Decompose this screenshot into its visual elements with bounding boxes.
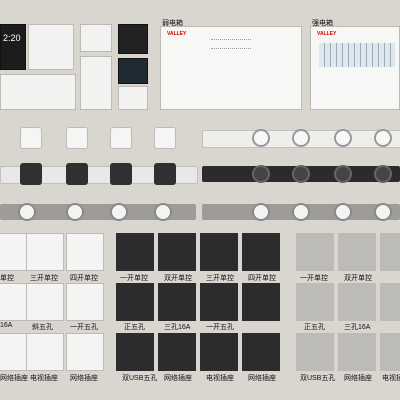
grey-network-socket[interactable] — [338, 333, 376, 371]
grey-track-socket-6[interactable] — [292, 203, 310, 221]
label-r1-2: 三开单控 — [30, 275, 58, 282]
black-socket-1switch[interactable] — [200, 283, 238, 321]
breaker-row — [319, 43, 395, 67]
label-r3-6: 电视插座 — [206, 375, 234, 382]
black-switch-3gang[interactable] — [200, 233, 238, 271]
label-r3-4: 双USB五孔 — [122, 375, 158, 382]
white-socket-16a[interactable] — [0, 283, 28, 321]
track-socket-4[interactable] — [374, 129, 392, 147]
label-r2-5: 三孔16A — [164, 324, 191, 331]
black-track-socket-3[interactable] — [334, 165, 352, 183]
black-switch-4gang[interactable] — [242, 233, 280, 271]
black-usb-socket[interactable] — [116, 333, 154, 371]
socket-cube-1[interactable] — [20, 127, 42, 149]
label-r1-7: 四开单控 — [248, 275, 276, 282]
black-socket-1[interactable] — [20, 163, 42, 185]
smart-screen-panel: 2:20 — [0, 24, 26, 70]
label-r3-7: 网络插座 — [248, 375, 276, 382]
switch-panel-bottom[interactable] — [118, 86, 148, 110]
strong-box-brand: VALLEY — [317, 31, 337, 37]
black-socket-extra[interactable] — [242, 283, 280, 321]
black-socket-2[interactable] — [66, 163, 88, 185]
grey-track-socket-8[interactable] — [374, 203, 392, 221]
label-r1-1: 单控 — [0, 275, 14, 282]
socket-cube-2[interactable] — [66, 127, 88, 149]
black-track-socket-1[interactable] — [252, 165, 270, 183]
vent-holes — [211, 39, 251, 49]
white-switch-3gang[interactable] — [26, 233, 64, 271]
label-r2-6: 一开五孔 — [206, 324, 234, 331]
black-socket-4[interactable] — [154, 163, 176, 185]
grey-track-socket-3[interactable] — [110, 203, 128, 221]
label-r3-3: 网络插座 — [70, 375, 98, 382]
black-switch-1gang[interactable] — [116, 233, 154, 271]
grey-socket-16a[interactable] — [338, 283, 376, 321]
label-r3-9: 网络插座 — [344, 375, 372, 382]
grey-usb-socket[interactable] — [296, 333, 334, 371]
label-r1-4: 一开单控 — [120, 275, 148, 282]
label-r3-2: 电视插座 — [30, 375, 58, 382]
weak-electric-box[interactable]: VALLEY — [160, 26, 302, 110]
weak-box-brand: VALLEY — [167, 31, 187, 37]
track-socket-3[interactable] — [334, 129, 352, 147]
black-network-socket[interactable] — [158, 333, 196, 371]
black-socket-5hole[interactable] — [116, 283, 154, 321]
grey-track-socket-5[interactable] — [252, 203, 270, 221]
grey-track-socket-4[interactable] — [154, 203, 172, 221]
grey-socket-5hole[interactable] — [296, 283, 334, 321]
black-track-socket-2[interactable] — [292, 165, 310, 183]
label-r2-8: 三孔16A — [344, 324, 371, 331]
socket-cube-3[interactable] — [110, 127, 132, 149]
color-screen-panel[interactable] — [118, 24, 148, 54]
grey-switch-3gang[interactable] — [380, 233, 400, 271]
label-r2-7: 正五孔 — [304, 324, 325, 331]
white-network-socket-2[interactable] — [66, 333, 104, 371]
strong-electric-box[interactable]: VALLEY — [310, 26, 400, 110]
label-r1-8: 一开单控 — [300, 275, 328, 282]
thermostat-panel[interactable] — [118, 58, 148, 84]
label-r3-10: 电视插 — [382, 375, 400, 382]
label-r1-3: 四开单控 — [70, 275, 98, 282]
track-socket-2[interactable] — [292, 129, 310, 147]
grey-tv-socket[interactable] — [380, 333, 400, 371]
label-r3-5: 网络插座 — [164, 375, 192, 382]
white-socket-1switch[interactable] — [66, 283, 104, 321]
label-r2-3: 一开五孔 — [70, 324, 98, 331]
black-track-socket-4[interactable] — [374, 165, 392, 183]
grey-track-socket-7[interactable] — [334, 203, 352, 221]
label-r1-6: 三开单控 — [206, 275, 234, 282]
grey-socket-extra[interactable] — [380, 283, 400, 321]
label-r3-1: 网络插座 — [0, 375, 28, 382]
switch-panel-wide[interactable] — [0, 74, 76, 110]
label-r2-4: 正五孔 — [124, 324, 145, 331]
black-socket-16a[interactable] — [158, 283, 196, 321]
white-network-socket-1[interactable] — [0, 333, 28, 371]
black-tv-socket[interactable] — [200, 333, 238, 371]
grey-switch-2gang[interactable] — [338, 233, 376, 271]
grey-track-socket-2[interactable] — [66, 203, 84, 221]
grey-switch-1gang[interactable] — [296, 233, 334, 271]
white-switch-1[interactable] — [0, 233, 28, 271]
track-socket-1[interactable] — [252, 129, 270, 147]
white-tv-socket[interactable] — [26, 333, 64, 371]
label-r1-5: 双开单控 — [164, 275, 192, 282]
smart-panel-small[interactable] — [80, 24, 112, 52]
grey-track-socket-1[interactable] — [18, 203, 36, 221]
switch-panel-tall[interactable] — [80, 56, 112, 110]
label-r2-2: 斜五孔 — [32, 324, 53, 331]
socket-cube-4[interactable] — [154, 127, 176, 149]
smart-panel-grid[interactable] — [28, 24, 74, 70]
black-network-socket-2[interactable] — [242, 333, 280, 371]
label-r2-1: 16A — [0, 322, 13, 329]
black-socket-3[interactable] — [110, 163, 132, 185]
black-switch-2gang[interactable] — [158, 233, 196, 271]
label-r3-8: 双USB五孔 — [300, 375, 336, 382]
white-socket-slant[interactable] — [26, 283, 64, 321]
white-switch-4gang[interactable] — [66, 233, 104, 271]
label-r1-9: 双开单控 — [344, 275, 372, 282]
screen-time: 2:20 — [3, 33, 21, 43]
